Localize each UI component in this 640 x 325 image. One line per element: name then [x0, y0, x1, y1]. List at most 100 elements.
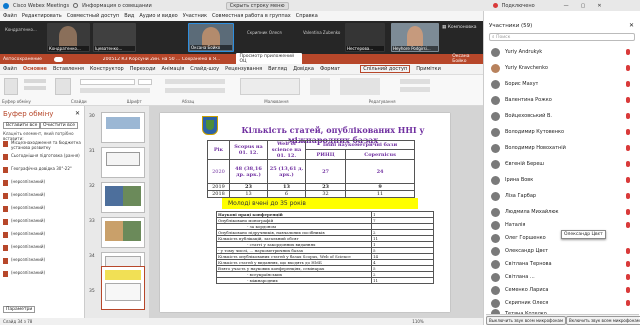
mic-muted-icon[interactable] [626, 300, 630, 306]
slide-thumb-35-selected[interactable] [101, 266, 145, 310]
mic-muted-icon[interactable] [626, 193, 630, 199]
mic-muted-icon[interactable] [626, 177, 630, 183]
maximize-button[interactable]: ▢ [581, 3, 586, 9]
menu-participant[interactable]: Участник [183, 13, 207, 19]
tab-home[interactable]: Основне [23, 66, 47, 72]
mic-muted-icon[interactable] [626, 274, 630, 280]
slide[interactable]: Кількість статей, опублікованих ННІ у мі… [160, 113, 450, 312]
menu-file[interactable]: Файл [3, 13, 17, 19]
video-tile-7[interactable]: Heyhore Podgirsi... [391, 23, 439, 52]
meeting-info-link[interactable]: Информация о совещании [82, 3, 152, 9]
participant-row[interactable]: Yuriy Kravchenko [488, 60, 638, 76]
mic-muted-icon[interactable] [626, 248, 630, 254]
tab-format[interactable]: Формат [320, 66, 340, 72]
replace-button[interactable] [400, 87, 430, 92]
mute-all-button[interactable]: Выключить звук всем микрофонам [486, 315, 566, 325]
participant-row[interactable]: Володимир Кутовенко [488, 124, 638, 140]
menu-breakout[interactable]: Совместная работа в группах [212, 13, 291, 19]
close-button[interactable]: ✕ [597, 3, 601, 9]
tab-animation[interactable]: Анімація [162, 66, 185, 72]
participant-row[interactable]: Володимир Новохатній [488, 140, 638, 156]
find-button[interactable] [400, 79, 430, 84]
participant-row[interactable]: Yuriy Andrukyk [488, 44, 638, 60]
mic-muted-icon[interactable] [626, 261, 630, 267]
slide-thumb-31[interactable] [101, 147, 145, 178]
options-button[interactable]: Параметри [3, 306, 36, 313]
participant-search-input[interactable]: ⌕ Поиск [489, 33, 635, 41]
slide-thumb-32[interactable] [101, 182, 145, 213]
info-icon[interactable] [73, 3, 79, 8]
close-pane-icon[interactable]: ✕ [75, 110, 80, 117]
copy-button[interactable] [24, 86, 46, 90]
video-tile-2[interactable]: Кондратенко... [47, 23, 90, 52]
video-tile-4[interactable]: Скрипник Олеся [247, 30, 282, 44]
zoom-level[interactable]: 110% [412, 319, 423, 324]
mic-muted-icon[interactable] [626, 113, 630, 119]
tab-help[interactable]: Довідка [293, 66, 314, 72]
autosave-label[interactable]: Автосохранение [3, 57, 54, 62]
hide-menu-button[interactable]: Скрыть строку меню [225, 1, 289, 10]
font-family-select[interactable] [80, 79, 135, 85]
share-button[interactable]: Спільний доступ [360, 65, 411, 73]
clipboard-item[interactable]: Географічна довідка 30°-22° [3, 166, 83, 179]
shapes-gallery[interactable] [240, 78, 300, 95]
paragraph-row-1[interactable] [165, 79, 225, 84]
menu-help[interactable]: Справка [296, 13, 318, 19]
mic-muted-icon[interactable] [626, 145, 630, 151]
clipboard-item[interactable]: Сьогоднішня підготовка (рання) [3, 153, 83, 166]
arrange-button[interactable] [310, 78, 330, 95]
video-tile-6[interactable]: Нестерова... [345, 23, 385, 52]
tab-review[interactable]: Рецензування [225, 66, 262, 72]
video-tile-5[interactable]: Valentina Zubenko [303, 30, 340, 44]
quick-styles-button[interactable] [340, 78, 380, 95]
video-tile-active-speaker[interactable]: Оксана Бойко [188, 23, 234, 52]
mic-muted-icon[interactable] [626, 222, 630, 228]
mic-muted-icon[interactable] [626, 161, 630, 167]
clipboard-item[interactable]: (нерозпізнаний) [3, 192, 83, 205]
clear-all-button[interactable]: Очистити все [40, 122, 79, 129]
paste-button[interactable] [4, 78, 18, 95]
mic-muted-icon[interactable] [626, 49, 630, 55]
clipboard-item[interactable]: Місцезнаходження та бюджетна установа ро… [3, 140, 83, 153]
comments-button[interactable]: Примітки [416, 66, 441, 72]
mic-muted-icon[interactable] [626, 65, 630, 71]
clipboard-item[interactable]: (нерозпізнаний) [3, 231, 83, 244]
minimize-button[interactable]: — [564, 3, 569, 9]
participant-row[interactable]: Євгеній Береш [488, 156, 638, 172]
clipboard-item[interactable]: (нерозпізнаний) [3, 179, 83, 192]
font-size-select[interactable] [138, 79, 152, 85]
tab-view[interactable]: Вигляд [268, 66, 287, 72]
clipboard-item[interactable]: (нерозпізнаний) [3, 270, 83, 283]
mic-muted-icon[interactable] [626, 129, 630, 135]
menu-share[interactable]: Совместный доступ [67, 13, 119, 19]
menu-edit[interactable]: Редактировать [22, 13, 62, 19]
font-format-row[interactable] [80, 88, 150, 93]
cut-button[interactable] [24, 79, 46, 83]
menu-view[interactable]: Вид [124, 13, 134, 19]
tab-file[interactable]: Файл [3, 66, 17, 72]
paragraph-row-2[interactable] [165, 88, 225, 93]
close-panel-icon[interactable]: ✕ [629, 22, 634, 29]
mic-muted-icon[interactable] [626, 81, 630, 87]
tab-insert[interactable]: Вставлення [53, 66, 84, 72]
clipboard-item[interactable]: (нерозпізнаний) [3, 244, 83, 257]
tab-slideshow[interactable]: Слайд-шоу [190, 66, 219, 72]
menu-audio-video[interactable]: Аудио и видео [139, 13, 177, 19]
tab-design[interactable]: Конструктор [90, 66, 124, 72]
participant-row[interactable]: Борис Махут [488, 76, 638, 92]
video-tile-3[interactable]: Іцеватенко... [93, 23, 136, 52]
mic-muted-icon[interactable] [626, 97, 630, 103]
participant-row[interactable]: Войцеховський В. [488, 108, 638, 124]
unmute-all-button[interactable]: Включить звук всем микрофонам [565, 315, 640, 325]
new-slide-button[interactable] [55, 78, 71, 95]
layout-button[interactable]: ▦ Компоновка [442, 25, 477, 30]
clipboard-item[interactable]: (нерозпізнаний) [3, 205, 83, 218]
participant-row[interactable]: Ірина Вовк [488, 172, 638, 188]
participant-row[interactable]: Ліза Гарбар [488, 188, 638, 204]
mic-muted-icon[interactable] [626, 209, 630, 215]
tab-transitions[interactable]: Переходи [130, 66, 156, 72]
paste-all-button[interactable]: Вставити все [3, 122, 41, 129]
participant-row[interactable]: Валентина Рожко [488, 92, 638, 108]
clipboard-item[interactable]: (нерозпізнаний) [3, 218, 83, 231]
autosave-toggle[interactable] [54, 56, 63, 62]
